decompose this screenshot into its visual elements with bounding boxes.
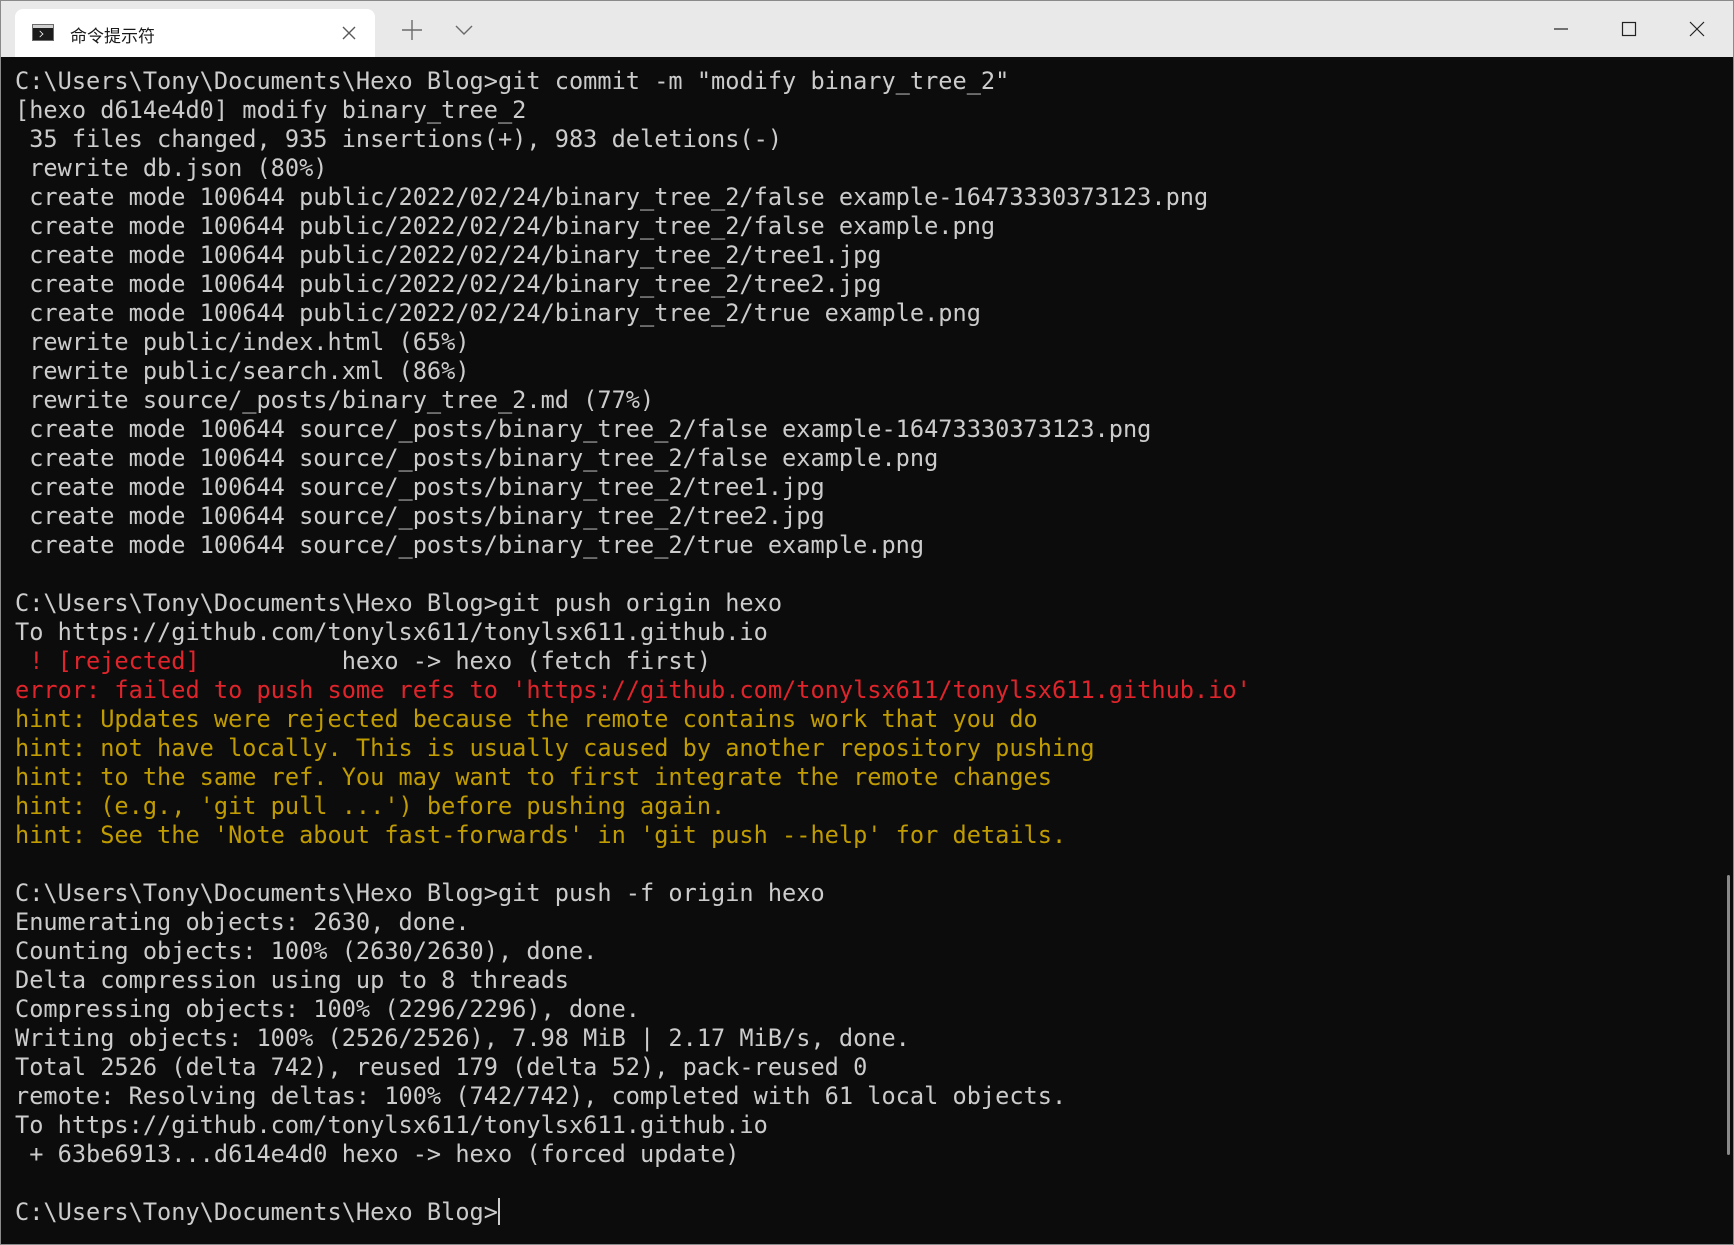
rejected-status: ! [rejected]	[15, 647, 200, 675]
terminal-line: + 63be6913...d614e4d0 hexo -> hexo (forc…	[15, 1140, 740, 1168]
terminal-line: create mode 100644 public/2022/02/24/bin…	[15, 241, 882, 269]
close-icon	[1689, 21, 1705, 37]
terminal-line: rewrite source/_posts/binary_tree_2.md (…	[15, 386, 655, 414]
text-cursor	[497, 1198, 500, 1225]
terminal-line: create mode 100644 public/2022/02/24/bin…	[15, 299, 981, 327]
maximize-icon	[1621, 21, 1637, 37]
terminal-line: rewrite public/search.xml (86%)	[15, 357, 470, 385]
close-button[interactable]	[1663, 1, 1731, 57]
terminal-line: Enumerating objects: 2630, done.	[15, 908, 470, 936]
terminal-line: create mode 100644 source/_posts/binary_…	[15, 444, 939, 472]
terminal-line: create mode 100644 source/_posts/binary_…	[15, 415, 1152, 443]
terminal-line: create mode 100644 source/_posts/binary_…	[15, 531, 925, 559]
terminal-line: rewrite public/index.html (65%)	[15, 328, 470, 356]
chevron-down-icon[interactable]	[449, 15, 479, 45]
terminal-line: create mode 100644 source/_posts/binary_…	[15, 473, 825, 501]
vertical-scrollbar[interactable]	[1727, 875, 1730, 1155]
terminal-line: C:\Users\Tony\Documents\Hexo Blog>git co…	[15, 67, 1010, 95]
terminal-line: Delta compression using up to 8 threads	[15, 966, 569, 994]
command-prompt-line[interactable]: C:\Users\Tony\Documents\Hexo Blog>	[15, 1198, 1713, 1227]
terminal-line: create mode 100644 public/2022/02/24/bin…	[15, 183, 1209, 211]
terminal-line: [hexo d614e4d0] modify binary_tree_2	[15, 96, 527, 124]
cmd-terminal-icon	[32, 24, 54, 41]
terminal-line: hint: not have locally. This is usually …	[15, 734, 1095, 762]
terminal-line: hint: Updates were rejected because the …	[15, 705, 1038, 733]
terminal-line: create mode 100644 public/2022/02/24/bin…	[15, 270, 882, 298]
terminal-line: create mode 100644 public/2022/02/24/bin…	[15, 212, 996, 240]
terminal-line: ! [rejected] hexo -> hexo (fetch first)	[15, 647, 1713, 676]
terminal-line: Counting objects: 100% (2630/2630), done…	[15, 937, 598, 965]
terminal-line: rewrite db.json (80%)	[15, 154, 328, 182]
minimize-icon	[1554, 28, 1568, 30]
title-bar[interactable]: 命令提示符	[1, 1, 1733, 57]
minimize-button[interactable]	[1527, 1, 1595, 57]
terminal-line: hint: to the same ref. You may want to f…	[15, 763, 1052, 791]
tab-command-prompt[interactable]: 命令提示符	[15, 9, 375, 57]
terminal-line: To https://github.com/tonylsx611/tonylsx…	[15, 618, 768, 646]
maximize-button[interactable]	[1595, 1, 1663, 57]
terminal-line: hint: See the 'Note about fast-forwards'…	[15, 821, 1067, 849]
terminal-line: remote: Resolving deltas: 100% (742/742)…	[15, 1082, 1067, 1110]
terminal-line: Writing objects: 100% (2526/2526), 7.98 …	[15, 1024, 910, 1052]
rejected-detail: hexo -> hexo (fetch first)	[199, 647, 712, 675]
terminal-line: 35 files changed, 935 insertions(+), 983…	[15, 125, 783, 153]
terminal-line: hint: (e.g., 'git pull ...') before push…	[15, 792, 726, 820]
terminal-line: Total 2526 (delta 742), reused 179 (delt…	[15, 1053, 868, 1081]
terminal-line: error: failed to push some refs to 'http…	[15, 676, 1251, 704]
terminal-line: create mode 100644 source/_posts/binary_…	[15, 502, 825, 530]
tab-close-icon[interactable]	[337, 21, 361, 45]
terminal-line: C:\Users\Tony\Documents\Hexo Blog>git pu…	[15, 879, 825, 907]
new-tab-plus-icon[interactable]	[397, 15, 427, 45]
tab-title: 命令提示符	[70, 27, 155, 47]
prompt-text: C:\Users\Tony\Documents\Hexo Blog>	[15, 1198, 498, 1226]
terminal-line: Compressing objects: 100% (2296/2296), d…	[15, 995, 641, 1023]
terminal-line: To https://github.com/tonylsx611/tonylsx…	[15, 1111, 768, 1139]
terminal-line: C:\Users\Tony\Documents\Hexo Blog>git pu…	[15, 589, 783, 617]
terminal-window: 命令提示符 C:\Users\Tony\Documents\Hexo Blog>…	[0, 0, 1734, 1245]
terminal-output[interactable]: C:\Users\Tony\Documents\Hexo Blog>git co…	[15, 67, 1713, 1244]
